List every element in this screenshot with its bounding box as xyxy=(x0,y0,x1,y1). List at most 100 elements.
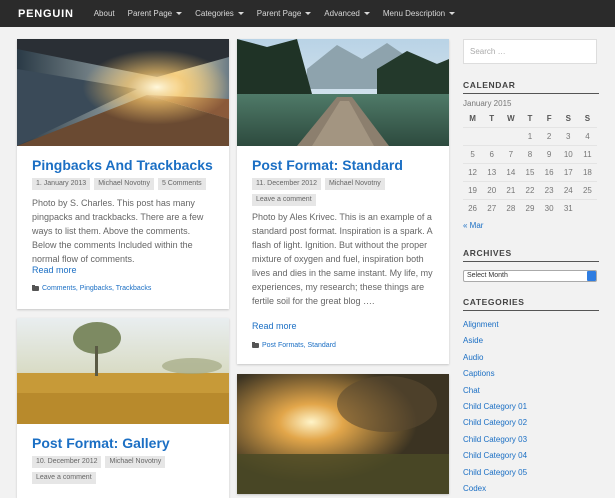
main-menu: About Parent Page Categories Parent Page… xyxy=(94,9,468,18)
post-author[interactable]: Michael Novotny xyxy=(94,178,154,190)
post-categories-links[interactable]: Comments, Pingbacks, Trackbacks xyxy=(42,285,151,292)
calendar-day: 27 xyxy=(482,198,502,217)
calendar-day: 30 xyxy=(539,198,559,217)
sidebar: Search … CALENDAR January 2015 M T W T F… xyxy=(463,39,599,497)
post-comments-link[interactable]: Leave a comment xyxy=(32,472,96,484)
calendar-day: 19 xyxy=(463,180,483,199)
calendar-day: 8 xyxy=(520,144,540,163)
chevron-up-down-icon xyxy=(587,271,596,281)
category-link[interactable]: Codex xyxy=(463,481,599,497)
categories-list: Alignment Aside Audio Captions Chat Chil… xyxy=(463,317,599,497)
calendar-day: 17 xyxy=(558,162,578,181)
calendar-day: 3 xyxy=(558,126,578,145)
calendar-table: M T W T F S S 1 2 3 4 5 6 7 8 9 10 11 12… xyxy=(463,111,597,217)
category-link[interactable]: Child Category 04 xyxy=(463,448,599,464)
post-categories: Post Formats, Standard xyxy=(252,342,336,349)
search-input[interactable]: Search … xyxy=(463,39,597,64)
calendar-day-header: T xyxy=(527,114,533,124)
calendar-day: 24 xyxy=(558,180,578,199)
post-categories: Comments, Pingbacks, Trackbacks xyxy=(32,285,151,292)
calendar-day: 21 xyxy=(501,180,521,199)
chevron-down-icon xyxy=(305,12,312,15)
calendar-prev-link[interactable]: « Mar xyxy=(463,221,599,230)
folder-icon xyxy=(32,285,39,291)
calendar-day: 13 xyxy=(482,162,502,181)
calendar-day: 26 xyxy=(463,198,483,217)
post-excerpt: Photo by Ales Krivec. This is an example… xyxy=(252,212,433,306)
category-link[interactable]: Alignment xyxy=(463,317,599,333)
calendar-day: 23 xyxy=(539,180,559,199)
post-card: Post Format: Gallery 10. December 2012 M… xyxy=(17,318,229,498)
calendar-day: 1 xyxy=(520,126,540,145)
post-date[interactable]: 10. December 2012 xyxy=(32,456,102,468)
nav-item-menu-description[interactable]: Menu Description xyxy=(383,9,456,18)
post-date[interactable]: 1. January 2013 xyxy=(32,178,91,190)
post-meta: 10. December 2012 Michael Novotny Leave … xyxy=(32,456,222,484)
category-link[interactable]: Chat xyxy=(463,383,599,399)
calendar-day-header: S xyxy=(584,114,591,124)
site-brand[interactable]: PENGUIN xyxy=(18,8,74,20)
calendar-day xyxy=(501,126,521,145)
calendar-day: 31 xyxy=(558,198,578,217)
category-link[interactable]: Audio xyxy=(463,350,599,366)
chevron-down-icon xyxy=(363,12,370,15)
nav-item-label: Categories xyxy=(195,9,234,18)
post-thumbnail-image[interactable] xyxy=(237,374,449,494)
calendar-day xyxy=(577,198,597,217)
read-more-link[interactable]: Read more xyxy=(32,265,77,275)
nav-item-advanced[interactable]: Advanced xyxy=(324,9,370,18)
categories-widget-title: CATEGORIES xyxy=(463,297,599,311)
post-meta: 1. January 2013 Michael Novotny 5 Commen… xyxy=(32,178,222,190)
calendar-day xyxy=(482,126,502,145)
calendar-day-header: S xyxy=(565,114,571,124)
calendar-day: 6 xyxy=(482,144,502,163)
post-title[interactable]: Pingbacks And Trackbacks xyxy=(32,157,213,173)
category-link[interactable]: Child Category 01 xyxy=(463,399,599,415)
post-date[interactable]: 11. December 2012 xyxy=(252,178,321,190)
calendar-day: 16 xyxy=(539,162,559,181)
post-comments-link[interactable]: 5 Comments xyxy=(157,178,206,190)
post-thumbnail-image[interactable] xyxy=(17,318,229,424)
post-author[interactable]: Michael Novotny xyxy=(105,456,166,468)
post-thumbnail-image[interactable] xyxy=(237,39,449,146)
post-categories-links[interactable]: Post Formats, Standard xyxy=(262,342,336,349)
calendar-day: 5 xyxy=(463,144,483,163)
calendar-day: 7 xyxy=(501,144,521,163)
nav-item-parent-page-2[interactable]: Parent Page xyxy=(256,9,312,18)
calendar-day: 15 xyxy=(520,162,540,181)
calendar-day: 4 xyxy=(577,126,597,145)
category-link[interactable]: Child Category 05 xyxy=(463,465,599,481)
chevron-down-icon xyxy=(449,12,456,15)
post-excerpt: Photo by S. Charles. This post has many … xyxy=(32,198,204,264)
category-link[interactable]: Child Category 03 xyxy=(463,432,599,448)
calendar-day: 2 xyxy=(539,126,559,145)
nav-item-about[interactable]: About xyxy=(94,9,115,18)
category-link[interactable]: Child Category 02 xyxy=(463,415,599,431)
calendar-day-header: F xyxy=(546,114,552,124)
post-title[interactable]: Post Format: Gallery xyxy=(32,435,170,451)
post-comments-link[interactable]: Leave a comment xyxy=(252,194,316,206)
read-more-link[interactable]: Read more xyxy=(252,321,297,331)
post-card xyxy=(237,374,449,494)
calendar-day: 25 xyxy=(577,180,597,199)
nav-item-parent-page[interactable]: Parent Page xyxy=(128,9,183,18)
archives-select[interactable]: Select Month xyxy=(463,270,597,282)
calendar-day: 28 xyxy=(501,198,521,217)
calendar-day: 10 xyxy=(558,144,578,163)
calendar-day: 9 xyxy=(539,144,559,163)
calendar-day xyxy=(463,126,483,145)
post-thumbnail-image[interactable] xyxy=(17,39,229,146)
nav-item-label: Parent Page xyxy=(256,9,302,18)
post-author[interactable]: Michael Novotny xyxy=(324,178,385,190)
calendar-day-header: M xyxy=(469,114,476,124)
category-link[interactable]: Aside xyxy=(463,333,599,349)
chevron-down-icon xyxy=(176,12,183,15)
post-meta: 11. December 2012 Michael Novotny Leave … xyxy=(252,178,442,206)
calendar-day: 11 xyxy=(577,144,597,163)
post-title[interactable]: Post Format: Standard xyxy=(252,157,403,173)
nav-item-label: About xyxy=(93,9,115,18)
calendar-day: 20 xyxy=(482,180,502,199)
category-link[interactable]: Captions xyxy=(463,366,599,382)
chevron-down-icon xyxy=(237,12,244,15)
nav-item-categories[interactable]: Categories xyxy=(195,9,244,18)
